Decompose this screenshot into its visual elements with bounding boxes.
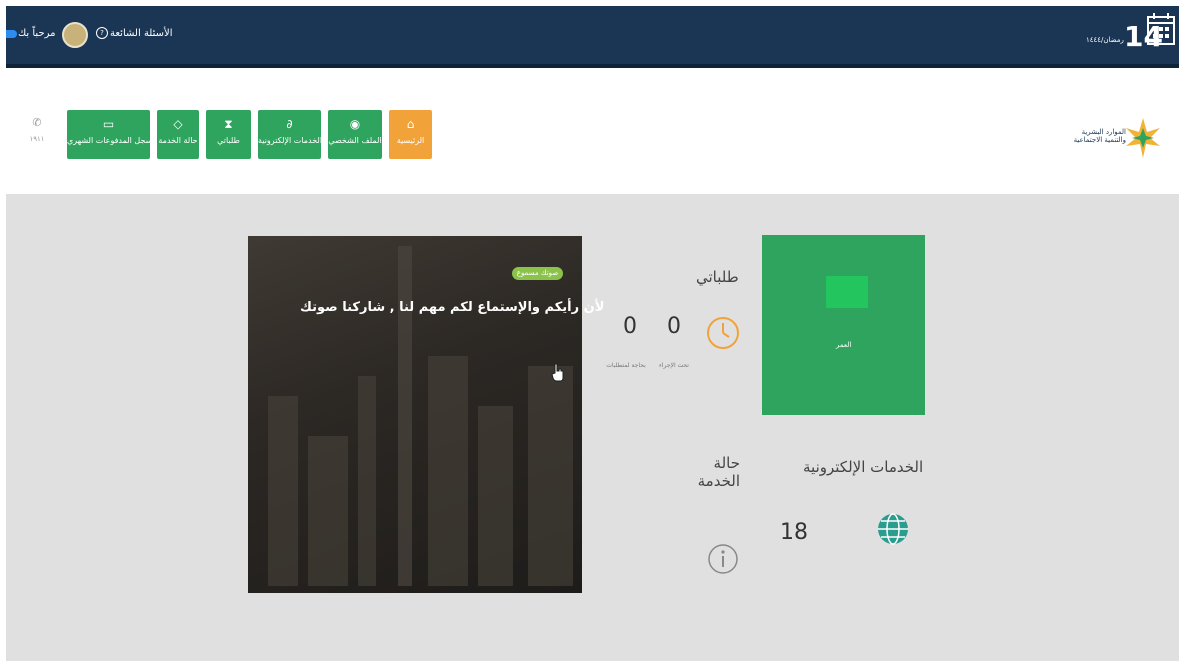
service-status-line1: حالة (713, 454, 740, 472)
help-icon[interactable]: ? (96, 27, 108, 39)
nav-monthly-payments[interactable]: ▭ سجل المدفوعات الشهري (67, 110, 153, 159)
requests-current-label: تحت الإجراء (659, 362, 689, 369)
eservices-title[interactable]: الخدمات الإلكترونية (803, 458, 923, 476)
top-bar-border (6, 64, 1179, 68)
nav-label: الخدمات الإلكترونية (258, 136, 323, 145)
info-icon (708, 544, 738, 574)
avatar[interactable] (62, 22, 88, 48)
calendar-icon: ▭ (102, 117, 115, 131)
profile-icon: ◉ (349, 117, 361, 131)
nav-label: الرئيسية (396, 136, 425, 145)
main-content (6, 194, 1179, 661)
service-status-line2: الخدمة (697, 472, 740, 490)
eservices-count: 18 (780, 520, 808, 545)
nav-profile[interactable]: ◉ الملف الشخصي (328, 110, 382, 159)
service-status-title[interactable]: حالة الخدمة (690, 454, 740, 490)
age-card-label: العمر (836, 341, 852, 349)
user-greeting[interactable]: مرحباً بك (18, 28, 56, 39)
nav-label: حالة الخدمة (158, 136, 198, 145)
promo-banner[interactable] (248, 236, 582, 593)
faq-link[interactable]: الأسئلة الشائعة (110, 28, 173, 39)
ministry-logo-icon[interactable] (1124, 116, 1162, 160)
nav-home[interactable]: ⌂ الرئيسية (389, 110, 432, 159)
calendar-icon (1147, 13, 1175, 45)
top-bar (6, 6, 1179, 64)
hand-cursor-icon (551, 363, 564, 382)
promo-badge: صوتك مسموع (512, 267, 563, 280)
home-icon: ⌂ (406, 117, 415, 131)
link-icon: ∂ (286, 117, 293, 131)
phone-icon: ✆ (32, 116, 42, 129)
phone-number: ١٩١١ (29, 135, 45, 143)
brand-line2: والتنمية الاجتماعية (1073, 136, 1126, 144)
requests-title[interactable]: طلباتي (696, 268, 739, 286)
nav-label: طلباتي (217, 136, 240, 145)
age-card[interactable] (762, 235, 925, 415)
age-value-block (826, 276, 868, 308)
promo-text: لأن رأيكم والإستماع لكم مهم لنا , شاركنا… (300, 300, 605, 315)
nav-eservices[interactable]: ∂ الخدمات الإلكترونية (258, 110, 323, 159)
nav-service-status[interactable]: ◇ حالة الخدمة (157, 110, 199, 159)
tag-icon: ◇ (173, 117, 183, 131)
requests-need-label: بحاجة لمتطلبات (606, 362, 646, 369)
phone-contact[interactable]: ✆ ١٩١١ (22, 110, 52, 159)
nav-label: سجل المدفوعات الشهري (67, 136, 153, 145)
hourglass-icon: ⧗ (224, 117, 233, 131)
toggle-icon[interactable] (6, 30, 17, 38)
requests-need-value: 0 (623, 314, 637, 339)
brand-text: الموارد البشرية والتنمية الاجتماعية (1062, 128, 1126, 144)
brand-line1: الموارد البشرية (1081, 128, 1126, 136)
date-label: رمضان/١٤٤٤ (1086, 36, 1124, 44)
nav-label: الملف الشخصي (328, 136, 382, 145)
clock-icon (707, 317, 739, 349)
requests-current-value: 0 (667, 314, 681, 339)
globe-icon (878, 513, 908, 545)
nav-my-requests[interactable]: ⧗ طلباتي (206, 110, 251, 159)
